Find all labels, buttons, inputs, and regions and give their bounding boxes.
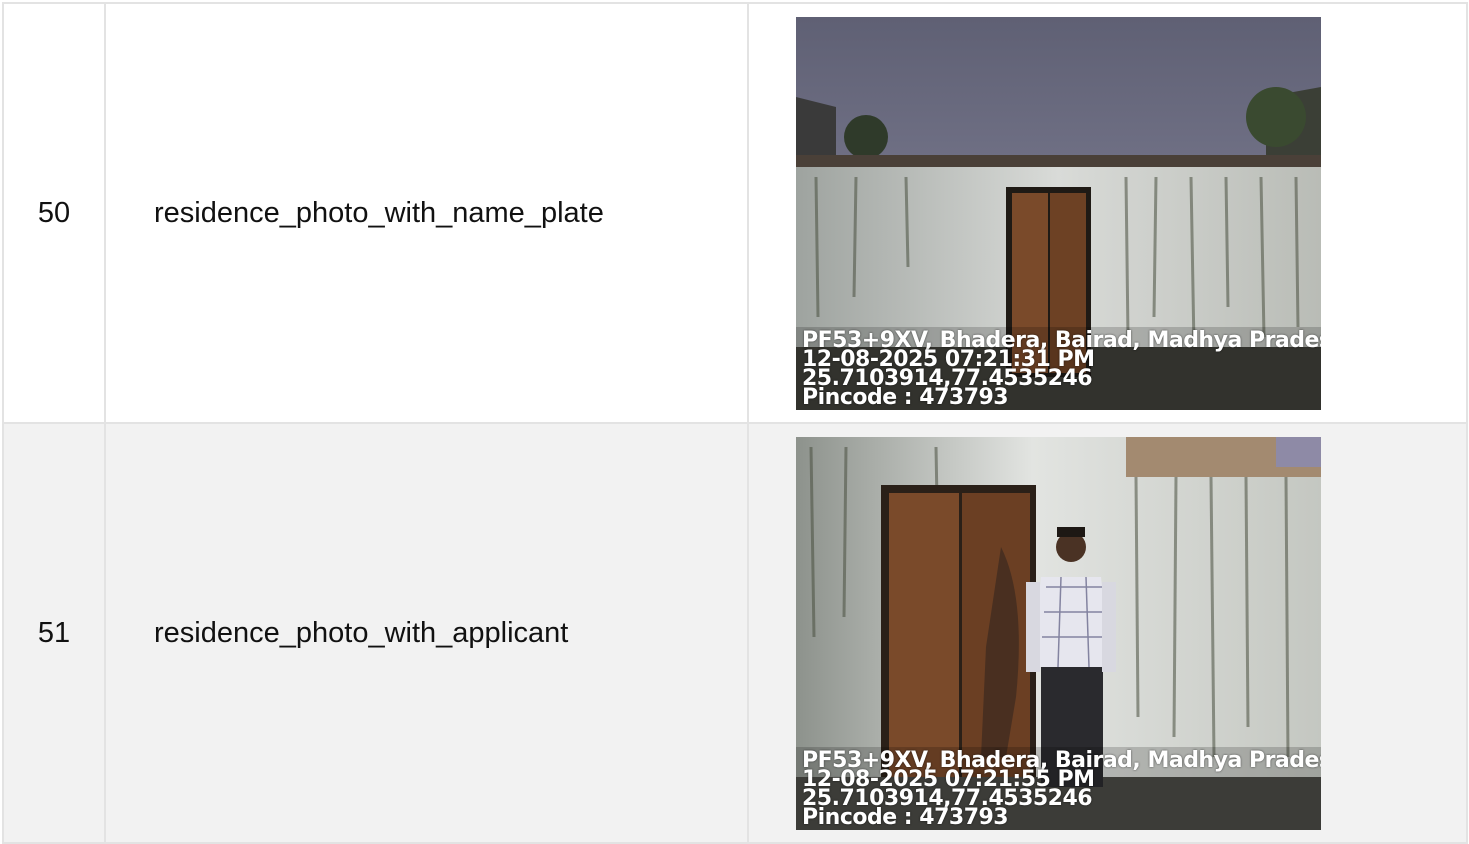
photo-cell: PF53+9XV, Bhadera, Bairad, Madhya Prades… [747, 422, 1468, 844]
photo-cell: PF53+9XV, Bhadera, Bairad, Madhya Prades… [747, 2, 1468, 424]
serial-number: 50 [2, 2, 106, 424]
residence-photo-name-plate[interactable]: PF53+9XV, Bhadera, Bairad, Madhya Prades… [796, 16, 1321, 410]
photo-geotag-overlay: PF53+9XV, Bhadera, Bairad, Madhya Prades… [796, 326, 1321, 410]
report-table: 50 residence_photo_with_name_plate PF53+… [2, 2, 1468, 844]
document-name: residence_photo_with_name_plate [104, 2, 749, 424]
residence-photo-applicant[interactable]: PF53+9XV, Bhadera, Bairad, Madhya Prades… [796, 436, 1321, 830]
table-row: 50 residence_photo_with_name_plate PF53+… [2, 2, 1468, 424]
document-name: residence_photo_with_applicant [104, 422, 749, 844]
serial-number: 51 [2, 422, 106, 844]
photo-geotag-overlay: PF53+9XV, Bhadera, Bairad, Madhya Prades… [796, 746, 1321, 830]
table-row: 51 residence_photo_with_applicant PF53+9… [2, 422, 1468, 844]
